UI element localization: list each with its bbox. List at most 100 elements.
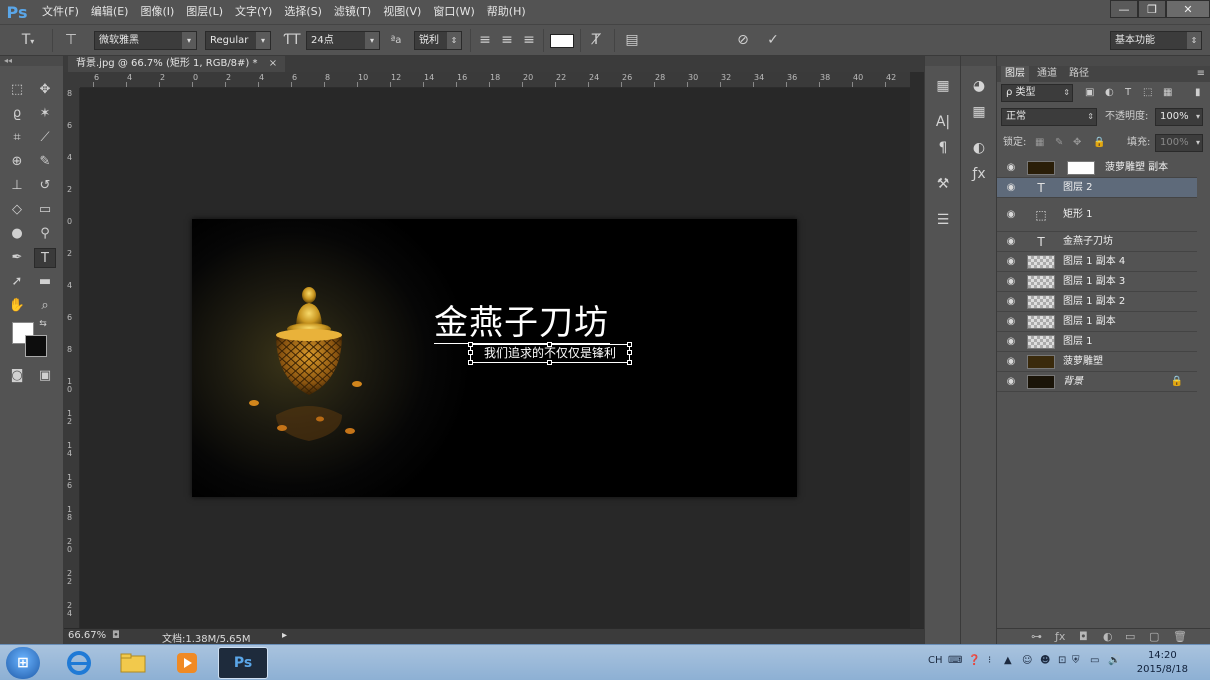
layer-style-icon[interactable]: ƒx	[1055, 630, 1065, 643]
layer-row[interactable]: ◉ 图层 1	[997, 332, 1197, 352]
tab-channels[interactable]: 通道	[1033, 66, 1061, 82]
explorer-icon[interactable]	[108, 647, 158, 679]
ruler-origin[interactable]	[64, 72, 80, 88]
cancel-edit-icon[interactable]: ⊘	[732, 31, 754, 50]
tab-layers[interactable]: 图层	[1001, 66, 1029, 82]
delete-layer-icon[interactable]: 🗑	[1173, 630, 1187, 643]
filter-smart-object-icon[interactable]: ▦	[1163, 84, 1172, 102]
lock-all-icon[interactable]: 🔒	[1093, 134, 1105, 152]
eye-icon[interactable]: ◉	[1005, 276, 1017, 288]
close-icon[interactable]: ×	[269, 58, 277, 69]
dodge-tool-icon[interactable]: ⚲	[34, 224, 56, 244]
history-brush-icon[interactable]: ↺	[34, 176, 56, 196]
layer-name[interactable]: 图层 1 副本	[1063, 315, 1116, 329]
font-family-select[interactable]: 微软雅黑 ▾	[94, 31, 197, 50]
photoshop-taskbar-button[interactable]: Ps	[218, 647, 268, 679]
crop-tool-icon[interactable]: ⌗	[6, 128, 28, 148]
menu-edit[interactable]: 编辑(E)	[85, 0, 135, 24]
minimize-button[interactable]: —	[1110, 0, 1138, 18]
layer-name[interactable]: 图层 1	[1063, 335, 1093, 349]
color-panel-icon[interactable]: ◕	[968, 76, 990, 96]
layer-row[interactable]: ◉ 背景 🔒	[997, 372, 1197, 392]
marquee-tool-icon[interactable]: ⬚	[6, 80, 28, 100]
eye-icon[interactable]: ◉	[1005, 209, 1017, 221]
layer-row[interactable]: ◉ 图层 1 副本 4	[997, 252, 1197, 272]
path-selection-icon[interactable]: ➚	[6, 272, 28, 292]
layer-name[interactable]: 矩形 1	[1063, 208, 1093, 222]
lock-pixels-icon[interactable]: ✎	[1055, 134, 1063, 152]
filter-pixel-icon[interactable]: ▣	[1085, 84, 1094, 102]
eye-icon[interactable]: ◉	[1005, 376, 1017, 388]
help-icon[interactable]: ❓	[968, 655, 980, 666]
rectangle-tool-icon[interactable]: ▬	[34, 272, 56, 292]
display-icon[interactable]: ▭	[1090, 655, 1099, 666]
fill-input[interactable]: 100% ▾	[1155, 134, 1203, 152]
filter-type-icon[interactable]: T	[1125, 84, 1131, 102]
zoom-tool-icon[interactable]: ⌕	[34, 296, 56, 316]
restore-button[interactable]: ❐	[1138, 0, 1166, 18]
clone-stamp-icon[interactable]: ⊥	[6, 176, 28, 196]
menu-filter[interactable]: 滤镜(T)	[328, 0, 377, 24]
font-size-select[interactable]: 24点 ▾	[306, 31, 380, 50]
character-panel-icon[interactable]: A|	[932, 112, 954, 132]
eraser-tool-icon[interactable]: ◇	[6, 200, 28, 220]
security-icon[interactable]: ⛨	[1072, 655, 1080, 666]
gradient-tool-icon[interactable]: ▭	[34, 200, 56, 220]
lock-transparent-icon[interactable]: ▦	[1035, 134, 1044, 152]
lasso-tool-icon[interactable]: ϱ	[6, 104, 28, 124]
layer-name[interactable]: 金燕子刀坊	[1063, 235, 1113, 249]
move-tool-icon[interactable]: ✥	[34, 80, 56, 100]
commit-edit-icon[interactable]: ✓	[762, 31, 784, 50]
eye-icon[interactable]: ◉	[1005, 336, 1017, 348]
layer-row[interactable]: ◉ 菠萝雕塑 副本	[997, 158, 1197, 178]
menu-file[interactable]: 文件(F)	[36, 0, 85, 24]
menu-select[interactable]: 选择(S)	[278, 0, 328, 24]
filter-toggle-icon[interactable]: ▮	[1195, 84, 1201, 102]
ime-settings-icon[interactable]: ⁝	[988, 655, 991, 666]
layer-name[interactable]: 图层 2	[1063, 181, 1093, 195]
eye-icon[interactable]: ◉	[1005, 316, 1017, 328]
lock-position-icon[interactable]: ✥	[1073, 134, 1081, 152]
qq-icon-2[interactable]: ☻	[1040, 655, 1050, 666]
magic-wand-tool-icon[interactable]: ✶	[34, 104, 56, 124]
styles-panel-icon[interactable]: ƒx	[968, 164, 990, 184]
layer-row[interactable]: ◉ T 图层 2	[997, 178, 1197, 198]
healing-brush-icon[interactable]: ⊕	[6, 152, 28, 172]
brush-tool-icon[interactable]: ✎	[34, 152, 56, 172]
system-clock[interactable]: 14:20 2015/8/18	[1137, 649, 1188, 677]
hand-tool-icon[interactable]: ✋	[6, 296, 28, 316]
menu-help[interactable]: 帮助(H)	[481, 0, 532, 24]
background-color[interactable]	[25, 335, 47, 357]
status-preview-icon[interactable]: ◘	[112, 630, 120, 641]
toggle-orientation-icon[interactable]: ⊤	[60, 31, 82, 50]
history-panel-icon[interactable]: ▦	[932, 76, 954, 96]
qq-icon[interactable]: ☺	[1022, 655, 1032, 666]
layer-row[interactable]: ◉ 图层 1 副本	[997, 312, 1197, 332]
quick-mask-icon[interactable]: ◙	[6, 366, 28, 386]
warp-text-icon[interactable]: Ⱦ	[586, 31, 606, 50]
adjustment-layer-icon[interactable]: ◐	[1103, 630, 1113, 643]
layer-mask-thumbnail[interactable]	[1067, 161, 1095, 175]
tool-presets-icon[interactable]: ☰	[932, 210, 954, 230]
tray-expand-icon[interactable]: ▲	[1004, 655, 1012, 666]
transform-handle[interactable]	[547, 360, 552, 365]
menu-window[interactable]: 窗口(W)	[427, 0, 480, 24]
document-canvas[interactable]: 金燕子刀坊 我们追求的不仅仅是锋利	[192, 219, 797, 497]
panel-menu-icon[interactable]: ≡	[1193, 66, 1209, 82]
eye-icon[interactable]: ◉	[1005, 296, 1017, 308]
layer-row[interactable]: ◉ ⬚ 矩形 1	[997, 198, 1197, 232]
dock-collapse-handle[interactable]	[961, 56, 996, 66]
vertical-scrollbar[interactable]	[910, 72, 924, 628]
eye-icon[interactable]: ◉	[1005, 356, 1017, 368]
character-panel-icon[interactable]: ▤	[622, 31, 642, 50]
antialias-select[interactable]: 锐利 ⇕	[414, 31, 462, 50]
adjustments-panel-icon[interactable]: ◐	[968, 138, 990, 158]
layer-name[interactable]: 背景	[1063, 375, 1083, 389]
ie-icon[interactable]	[54, 647, 104, 679]
layer-name[interactable]: 图层 1 副本 2	[1063, 295, 1125, 309]
align-right-icon[interactable]: ≡	[520, 31, 538, 50]
tab-paths[interactable]: 路径	[1065, 66, 1093, 82]
layer-row[interactable]: ◉ 图层 1 副本 2	[997, 292, 1197, 312]
transform-handle[interactable]	[468, 360, 473, 365]
eyedropper-tool-icon[interactable]: ⟋	[34, 128, 56, 148]
